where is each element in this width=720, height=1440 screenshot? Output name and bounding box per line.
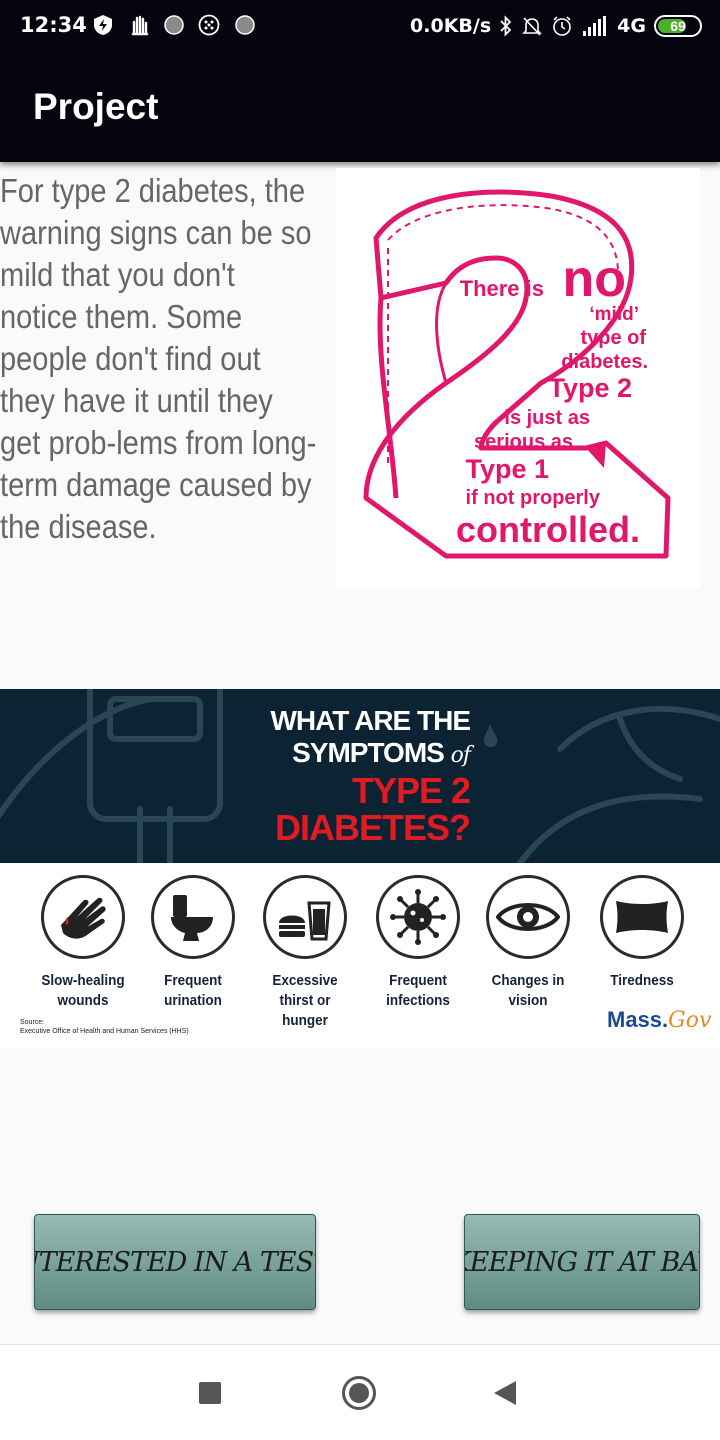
page-title: Project — [33, 86, 159, 127]
symptom-frequent-infections: Frequent infections — [363, 875, 473, 1011]
graphic-line7: serious as — [474, 431, 573, 453]
banner-title-of: of — [450, 743, 471, 768]
graphic-line8: Type 1 — [465, 454, 549, 484]
bluetooth-icon — [500, 15, 512, 37]
symptom-list: Slow-healing wounds Frequent urination E… — [20, 875, 710, 1029]
banner-title: WHAT ARE THE SYMPTOMS of TYPE 2 DIABETES… — [250, 705, 471, 848]
symptom-frequent-urination: Frequent urination — [138, 875, 248, 1011]
mass-gov-logo-gov: Gov — [668, 1008, 712, 1033]
number-two-image: There is no ‘mild’ type of diabetes. Typ… — [363, 189, 671, 559]
app-bar: Project — [0, 52, 720, 162]
graphic-line4: diabetes. — [561, 351, 648, 373]
signal-icon — [583, 16, 607, 36]
eye-icon — [486, 875, 570, 959]
virus-icon — [376, 875, 460, 959]
pillow-icon — [600, 875, 684, 959]
net-speed: 0.0KB/s — [410, 15, 492, 37]
symptom-label: Tiredness — [610, 972, 674, 989]
shield-bolt-icon — [94, 15, 112, 35]
type2-graphic: There is no ‘mild’ type of diabetes. Typ… — [336, 168, 700, 588]
source-label: Source: — [20, 1019, 45, 1026]
symptom-label: Frequent infections — [386, 972, 450, 1009]
graphic-line6: is just as — [504, 407, 590, 429]
symptom-changes-in-vision: Changes in vision — [473, 875, 583, 1011]
recents-square-icon[interactable] — [199, 1382, 221, 1404]
banner-title-line2: SYMPTOMS of — [292, 737, 471, 768]
status-right: 0.0KB/s 4G 69 — [410, 12, 702, 40]
keeping-it-at-bay-button[interactable]: KEEPING IT AT BAY — [464, 1214, 700, 1310]
symptom-excessive-thirst: Excessive thirst or hunger — [250, 875, 360, 1031]
graphic-line3: type of — [580, 327, 646, 349]
navigation-bar — [0, 1344, 720, 1440]
symptom-label: Frequent urination — [164, 972, 222, 1009]
toilet-icon — [151, 875, 235, 959]
mass-gov-logo-mass: Mass. — [607, 1007, 669, 1032]
banner-title-line1: WHAT ARE THE — [270, 705, 471, 736]
banner-title-line3: TYPE 2 — [351, 770, 471, 811]
symptom-tiredness: Tiredness — [587, 875, 697, 991]
intro-text: For type 2 diabetes, the warning signs c… — [0, 172, 317, 545]
graphic-line1-big: no — [562, 250, 626, 308]
back-triangle-icon[interactable] — [494, 1381, 516, 1405]
grid-circle-icon — [198, 14, 220, 36]
alarm-icon — [553, 16, 571, 36]
source-value: Executive Office of Health and Human Ser… — [20, 1028, 189, 1035]
battery-level: 69 — [670, 18, 686, 34]
symptom-label: Slow-healing wounds — [41, 972, 125, 1009]
status-time: 12:34 — [20, 13, 87, 37]
graphic-line10: controlled. — [456, 509, 640, 550]
symptom-label: Changes in vision — [491, 972, 565, 1009]
banner-header: WHAT ARE THE SYMPTOMS of TYPE 2 DIABETES… — [0, 689, 720, 863]
burger-drink-icon — [263, 875, 347, 959]
hand-wound-icon — [41, 875, 125, 959]
banner-title-line4: DIABETES? — [274, 807, 471, 848]
graphic-line9: if not properly — [466, 487, 601, 509]
mass-gov-logo: Mass.Gov — [607, 1007, 711, 1033]
battery-icon: 69 — [654, 15, 702, 37]
mute-bell-icon — [522, 17, 543, 36]
circle-icon — [235, 15, 255, 35]
circle-icon — [164, 15, 184, 35]
source-text: Source: Executive Office of Health and H… — [20, 1018, 189, 1036]
status-bar: 12:34 0.0KB/s 4G 69 — [0, 0, 720, 52]
symptom-label: Excessive thirst or hunger — [272, 972, 338, 1029]
graphic-line1: There is — [460, 276, 544, 301]
symptom-slow-healing-wounds: Slow-healing wounds — [28, 875, 138, 1011]
interested-in-test-button[interactable]: INTERESTED IN A TEST? — [34, 1214, 316, 1310]
home-circle-icon[interactable] — [342, 1376, 376, 1410]
graphic-line5: Type 2 — [548, 373, 632, 403]
hand-icon — [131, 15, 149, 36]
network-type: 4G — [617, 15, 646, 37]
graphic-line2: ‘mild’ — [589, 304, 639, 325]
symptoms-banner: WHAT ARE THE SYMPTOMS of TYPE 2 DIABETES… — [0, 689, 720, 1049]
